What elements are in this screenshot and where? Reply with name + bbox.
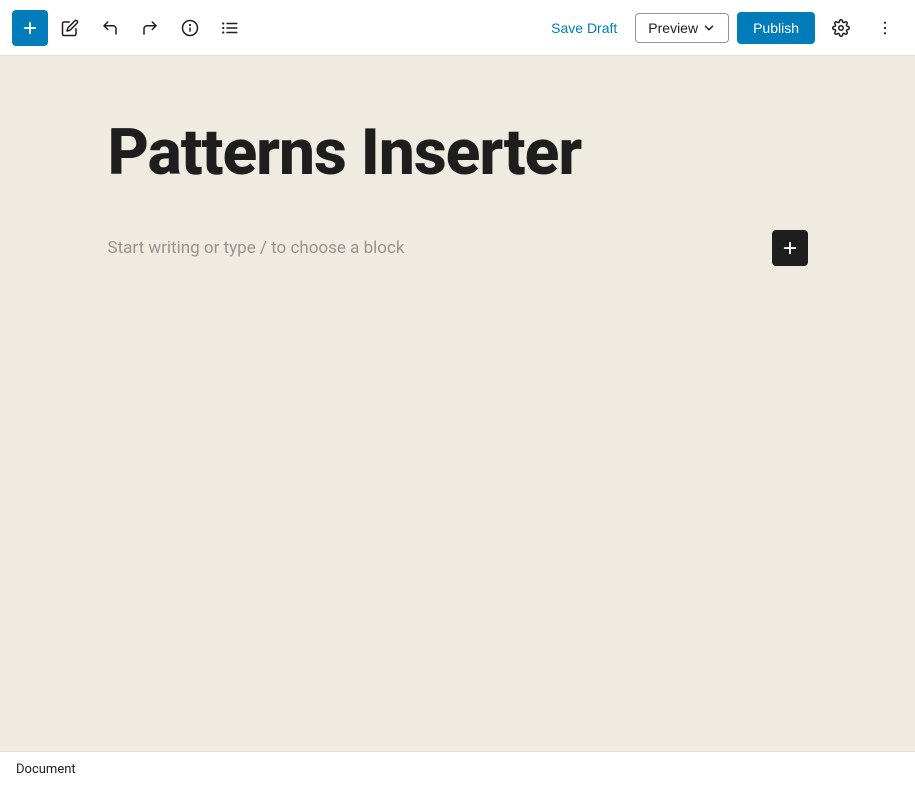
list-view-button[interactable] [212, 10, 248, 46]
block-placeholder-text[interactable]: Start writing or type / to choose a bloc… [108, 238, 760, 258]
settings-button[interactable] [823, 10, 859, 46]
document-status-label: Document [16, 762, 76, 777]
plus-icon-inline [781, 239, 799, 257]
gear-icon [832, 19, 850, 37]
info-button[interactable] [172, 10, 208, 46]
redo-icon [141, 19, 159, 37]
info-icon [181, 19, 199, 37]
pencil-icon [61, 19, 79, 37]
save-draft-button[interactable]: Save Draft [541, 14, 627, 42]
undo-icon [101, 19, 119, 37]
preview-label: Preview [648, 20, 698, 36]
status-bar: Document [0, 751, 915, 787]
page-title[interactable]: Patterns Inserter [108, 116, 808, 190]
edit-button[interactable] [52, 10, 88, 46]
plus-icon [21, 19, 39, 37]
publish-button[interactable]: Publish [737, 12, 815, 44]
redo-button[interactable] [132, 10, 168, 46]
more-options-button[interactable] [867, 10, 903, 46]
toolbar-right: Save Draft Preview Publish [541, 10, 903, 46]
editor-area: Patterns Inserter Start writing or type … [0, 56, 915, 751]
chevron-down-icon [702, 21, 716, 35]
toolbar: Save Draft Preview Publish [0, 0, 915, 56]
list-icon [221, 19, 239, 37]
add-block-button[interactable] [12, 10, 48, 46]
block-add-inline-button[interactable] [772, 230, 808, 266]
editor-content: Patterns Inserter Start writing or type … [108, 116, 808, 751]
ellipsis-vertical-icon [876, 19, 894, 37]
toolbar-left [12, 10, 541, 46]
preview-button[interactable]: Preview [635, 13, 729, 43]
undo-button[interactable] [92, 10, 128, 46]
block-placeholder-row: Start writing or type / to choose a bloc… [108, 230, 808, 266]
